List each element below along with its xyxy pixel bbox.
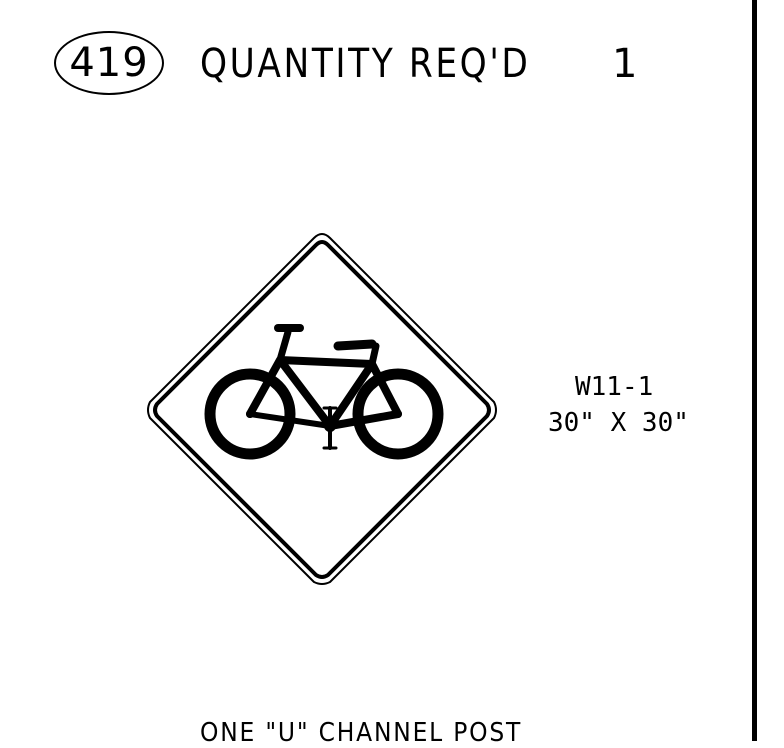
quantity-value: 1 (612, 41, 638, 87)
item-number-badge: 419 (54, 31, 164, 95)
sheet-border-right (752, 0, 757, 741)
mounting-note: ONE "U" CHANNEL POST (200, 718, 523, 748)
sign-code: W11-1 (575, 372, 654, 402)
warning-sign-diamond (147, 232, 497, 585)
handlebar (333, 339, 377, 351)
sign-detail-sheet: 419 QUANTITY REQ'D 1 W11-1 30" X 30" ONE… (0, 0, 784, 746)
item-number: 419 (69, 40, 149, 86)
sign-size: 30" X 30" (548, 408, 689, 438)
quantity-label: QUANTITY REQ'D (200, 41, 531, 87)
